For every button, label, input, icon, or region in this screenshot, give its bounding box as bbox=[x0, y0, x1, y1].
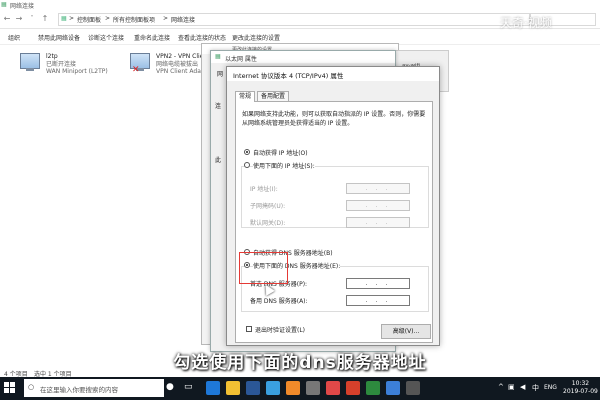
breadcrumb-network-connections[interactable]: 网络连接 bbox=[171, 15, 195, 24]
ip-address-label: IP 地址(I): bbox=[250, 186, 278, 193]
window-titlebar: ▦ 网络连接 bbox=[0, 0, 600, 10]
gateway-label: 默认网关(D): bbox=[250, 220, 286, 227]
connection-status: 已断开连接 bbox=[46, 60, 77, 68]
app-icon[interactable] bbox=[386, 381, 400, 395]
clock-time: 10:32 bbox=[571, 380, 590, 387]
taskbar-clock[interactable]: 10:32 2019-07-09 bbox=[563, 380, 598, 396]
taskbar: ○ 在这里输入你要搜索的内容 ● ▭ ^ ▣ ◀ 中 ENG 10:32 201… bbox=[0, 377, 600, 400]
language-indicator[interactable]: ENG bbox=[544, 384, 557, 391]
video-subtitle: 勾选使用下面的dns服务器地址 bbox=[173, 353, 427, 373]
task-view-icon[interactable]: ▭ bbox=[184, 382, 193, 392]
gateway-input[interactable]: . . . bbox=[346, 217, 410, 228]
back-arrow-icon[interactable]: ← bbox=[2, 14, 12, 23]
validate-label: 退出时验证设置(L) bbox=[255, 327, 306, 334]
dns-preferred-input[interactable]: . . . bbox=[346, 278, 410, 289]
taskbar-search-box[interactable]: ○ 在这里输入你要搜索的内容 bbox=[24, 379, 164, 397]
address-folder-icon: ▦ bbox=[61, 15, 67, 22]
ethernet-dialog-title: 以太网 属性 bbox=[225, 56, 257, 63]
network-adapter-icon bbox=[20, 53, 40, 71]
dns-alternate-input[interactable]: . . . bbox=[346, 295, 410, 306]
taskbar-search-placeholder: 在这里输入你要搜索的内容 bbox=[40, 386, 118, 394]
subnet-input[interactable]: . . . bbox=[346, 200, 410, 211]
ipv4-dialog-title: Internet 协议版本 4 (TCP/IPv4) 属性 bbox=[233, 72, 344, 80]
network-icon[interactable]: ▣ bbox=[508, 383, 515, 391]
edge-icon[interactable] bbox=[206, 381, 220, 395]
excel-icon[interactable] bbox=[366, 381, 380, 395]
crumb-separator: > bbox=[163, 15, 169, 22]
tray-chevron-icon[interactable]: ^ bbox=[498, 383, 504, 391]
dns-alternate-label: 备用 DNS 服务器(A): bbox=[250, 298, 308, 305]
window-title: 网络连接 bbox=[10, 3, 35, 10]
ip-auto-radio[interactable] bbox=[244, 149, 250, 155]
ipv4-properties-dialog: Internet 协议版本 4 (TCP/IPv4) 属性 常规 备用配置 如果… bbox=[226, 66, 440, 346]
disconnected-x-icon: ✕ bbox=[132, 65, 140, 75]
cmd-view-status[interactable]: 查看此连接的状态 bbox=[178, 33, 226, 42]
ethernet-tab[interactable]: 网 bbox=[217, 69, 223, 78]
general-panel: 如果网络支持此功能，则可以获取自动指派的 IP 设置。否则，你需要从网络系统管理… bbox=[235, 101, 433, 343]
cmd-change-settings[interactable]: 更改此连接的设置 bbox=[232, 33, 280, 42]
clock-date: 2019-07-09 bbox=[563, 388, 598, 395]
file-explorer-icon[interactable] bbox=[226, 381, 240, 395]
app-icon[interactable] bbox=[406, 381, 420, 395]
cmd-rename[interactable]: 重命名此连接 bbox=[134, 33, 170, 42]
cmd-organize[interactable]: 组织 bbox=[8, 33, 20, 42]
cmd-disable-device[interactable]: 禁用此网络设备 bbox=[38, 33, 80, 42]
ethernet-side-text: 此 bbox=[215, 157, 222, 164]
ethernet-icon: ▦ bbox=[215, 53, 221, 60]
volume-icon[interactable]: ◀ bbox=[520, 383, 525, 391]
word-icon[interactable] bbox=[246, 381, 260, 395]
breadcrumb-all-items[interactable]: 所有控制面板项 bbox=[113, 15, 155, 24]
network-folder-icon: ▦ bbox=[1, 1, 7, 8]
search-icon: ○ bbox=[28, 383, 35, 391]
ip-auto-label: 自动获得 IP 地址(O) bbox=[253, 150, 308, 157]
forward-arrow-icon[interactable]: → bbox=[14, 14, 24, 23]
ip-manual-label: 使用下面的 IP 地址(S): bbox=[253, 161, 315, 170]
windows-start-icon[interactable] bbox=[4, 382, 16, 394]
app-icon[interactable] bbox=[346, 381, 360, 395]
crumb-separator: > bbox=[69, 15, 75, 22]
ime-icon[interactable]: 中 bbox=[532, 383, 539, 393]
connection-adapter: WAN Miniport (L2TP) bbox=[46, 68, 108, 75]
tab-general[interactable]: 常规 bbox=[235, 91, 256, 102]
watermark: 天奇·视频 bbox=[500, 16, 552, 30]
ip-description: 如果网络支持此功能，则可以获取自动指派的 IP 设置。否则，你需要从网络系统管理… bbox=[242, 111, 426, 127]
ip-manual-radio[interactable] bbox=[244, 162, 250, 168]
advanced-button[interactable]: 高级(V)... bbox=[381, 324, 431, 339]
highlight-box bbox=[239, 252, 288, 284]
ipv4-dialog-titlebar: Internet 协议版本 4 (TCP/IPv4) 属性 bbox=[227, 67, 439, 81]
app-icon[interactable] bbox=[266, 381, 280, 395]
settings-gear-icon[interactable] bbox=[306, 381, 320, 395]
cmd-diagnose[interactable]: 诊断这个连接 bbox=[88, 33, 124, 42]
breadcrumb-control-panel[interactable]: 控制面板 bbox=[77, 15, 101, 24]
crumb-separator: > bbox=[105, 15, 111, 22]
validate-checkbox[interactable] bbox=[246, 326, 252, 332]
address-bar[interactable]: ▦ > 控制面板 > 所有控制面板项 > 网络连接 bbox=[58, 13, 530, 26]
app-icon[interactable] bbox=[286, 381, 300, 395]
app-icon[interactable] bbox=[326, 381, 340, 395]
up-arrow-icon[interactable]: ↑ bbox=[40, 14, 50, 23]
subnet-label: 子网掩码(U): bbox=[250, 203, 286, 210]
connection-name: l2tp bbox=[46, 53, 58, 60]
recent-chevron-icon[interactable]: ˅ bbox=[27, 15, 37, 22]
ip-address-input[interactable]: . . . bbox=[346, 183, 410, 194]
ethernet-side-text: 连 bbox=[215, 103, 222, 110]
microphone-icon[interactable]: ● bbox=[166, 382, 174, 392]
